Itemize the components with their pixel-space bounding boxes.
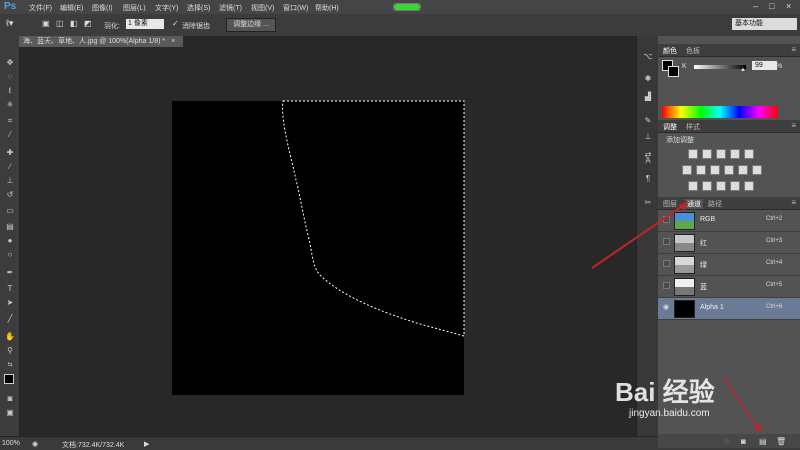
watermark-logo: Bai 经验 xyxy=(615,377,715,407)
arrow-to-channels-tab xyxy=(591,204,685,269)
baidu-watermark: Bai 经验 jingyan.baidu.com xyxy=(615,372,785,432)
watermark-url: jingyan.baidu.com xyxy=(629,408,710,419)
arrow-head-icon xyxy=(678,202,688,211)
